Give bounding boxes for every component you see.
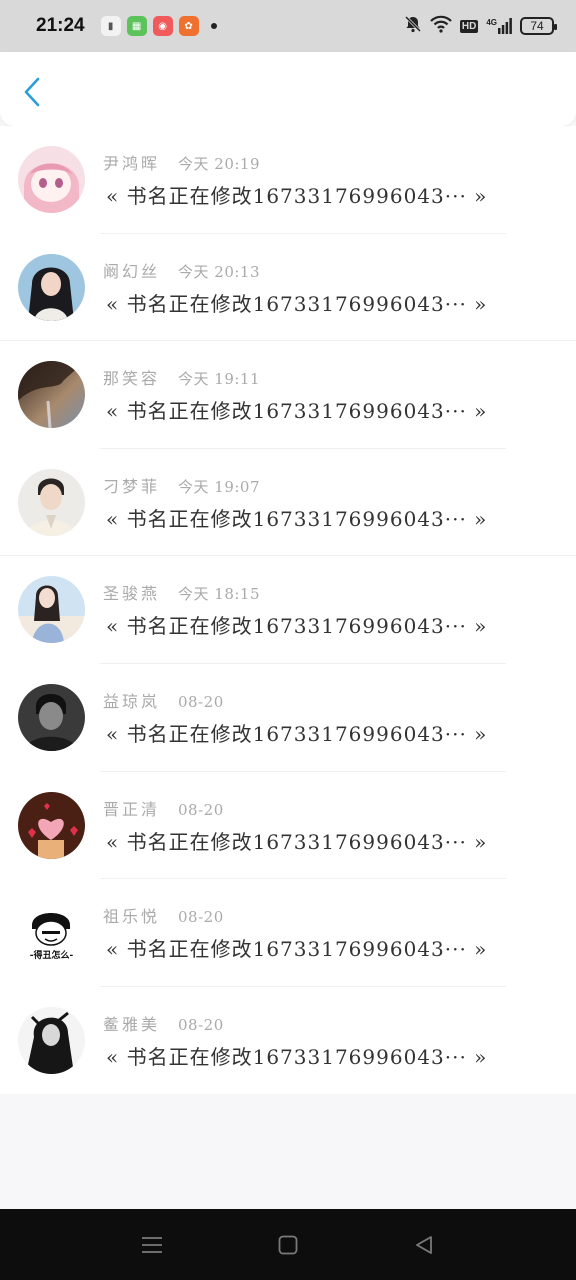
book-title: « 书名正在修改16733176996043··· » [106, 1044, 488, 1069]
list-item[interactable]: 那笑容 今天 19:11 « 书名正在修改16733176996043··· » [0, 341, 576, 449]
system-navigation-bar [0, 1209, 576, 1280]
top-bar [0, 52, 576, 126]
book-title: « 书名正在修改16733176996043··· » [106, 829, 488, 854]
avatar: -得丑怎么- [18, 899, 85, 967]
list-item[interactable]: 尹鸿晖 今天 20:19 « 书名正在修改16733176996043··· » [0, 126, 576, 234]
avatar [18, 1006, 85, 1074]
book-title: « 书名正在修改16733176996043··· » [106, 937, 488, 962]
back-button[interactable] [16, 74, 48, 110]
author-name: 阚幻丝 [103, 261, 161, 281]
timestamp: 08-20 [178, 692, 224, 711]
book-title: « 书名正在修改16733176996043··· » [106, 614, 488, 639]
notification-icons: ▮ ▦ ◉ ✿ [100, 16, 199, 36]
list-item[interactable]: 圣骏燕 今天 18:15 « 书名正在修改16733176996043··· » [0, 556, 576, 664]
timestamp: 今天 19:11 [178, 370, 261, 389]
status-bar: 21:24 ▮ ▦ ◉ ✿ HD 4G 74 [0, 0, 576, 52]
list-item[interactable]: 鲝雅美 08-20 « 书名正在修改16733176996043··· » [0, 987, 576, 1095]
wifi-icon [430, 15, 452, 37]
author-name: 祖乐悦 [103, 907, 161, 927]
triangle-back-icon [416, 1235, 432, 1254]
book-title: « 书名正在修改16733176996043··· » [106, 291, 488, 316]
author-name: 圣骏燕 [103, 584, 161, 604]
avatar [18, 791, 85, 859]
book-title: « 书名正在修改16733176996043··· » [106, 506, 488, 531]
book-title: « 书名正在修改16733176996043··· » [106, 721, 488, 746]
avatar [18, 468, 85, 536]
menu-icon [142, 1236, 162, 1253]
list-item[interactable]: -得丑怎么- 祖乐悦 08-20 « 书名正在修改16733176996043··… [0, 879, 576, 987]
avatar [18, 576, 85, 644]
list-item[interactable]: 阚幻丝 今天 20:13 « 书名正在修改16733176996043··· » [0, 234, 576, 342]
timestamp: 08-20 [178, 800, 224, 819]
more-notifications-dot [210, 23, 217, 29]
timestamp: 今天 18:15 [178, 585, 261, 604]
chevron-left-icon [24, 77, 40, 107]
menu-button[interactable] [139, 1232, 165, 1258]
author-name: 刁梦菲 [103, 476, 161, 496]
list-item[interactable]: 刁梦菲 今天 19:07 « 书名正在修改16733176996043··· » [0, 449, 576, 557]
book-title: « 书名正在修改16733176996043··· » [106, 399, 488, 424]
home-square-icon [278, 1235, 298, 1254]
app-notification-icon: ▮ [100, 16, 121, 36]
list-item[interactable]: 益琼岚 08-20 « 书名正在修改16733176996043··· » [0, 664, 576, 772]
timestamp: 08-20 [178, 908, 224, 927]
home-button[interactable] [275, 1232, 301, 1258]
mute-bell-icon [404, 15, 422, 37]
author-name: 晋正清 [103, 799, 161, 819]
battery-indicator: 74 [520, 17, 557, 35]
avatar-caption: -得丑怎么- [29, 951, 74, 962]
network-type: 4G [486, 18, 497, 27]
author-name: 鲝雅美 [103, 1014, 161, 1034]
book-title: « 书名正在修改16733176996043··· » [106, 184, 488, 208]
avatar [18, 361, 85, 429]
signal-icon: 4G [486, 18, 512, 34]
list-item[interactable]: 晋正清 08-20 « 书名正在修改16733176996043··· » [0, 772, 576, 880]
author-name: 那笑容 [103, 369, 161, 389]
timestamp: 今天 20:13 [178, 262, 261, 281]
timestamp: 08-20 [178, 1015, 224, 1034]
timestamp: 今天 20:19 [178, 155, 261, 173]
message-list: 尹鸿晖 今天 20:19 « 书名正在修改16733176996043··· » … [0, 126, 576, 1094]
avatar [18, 146, 85, 213]
back-nav-button[interactable] [411, 1232, 437, 1258]
avatar [18, 683, 85, 751]
app-notification-icon: ▦ [126, 16, 147, 36]
avatar [18, 253, 85, 321]
app-notification-icon: ✿ [178, 16, 199, 36]
app-notification-icon: ◉ [152, 16, 173, 36]
author-name: 益琼岚 [103, 691, 161, 711]
timestamp: 今天 19:07 [178, 477, 261, 496]
author-name: 尹鸿晖 [103, 154, 161, 173]
status-time: 21:24 [36, 15, 85, 36]
hd-badge: HD [459, 19, 479, 33]
